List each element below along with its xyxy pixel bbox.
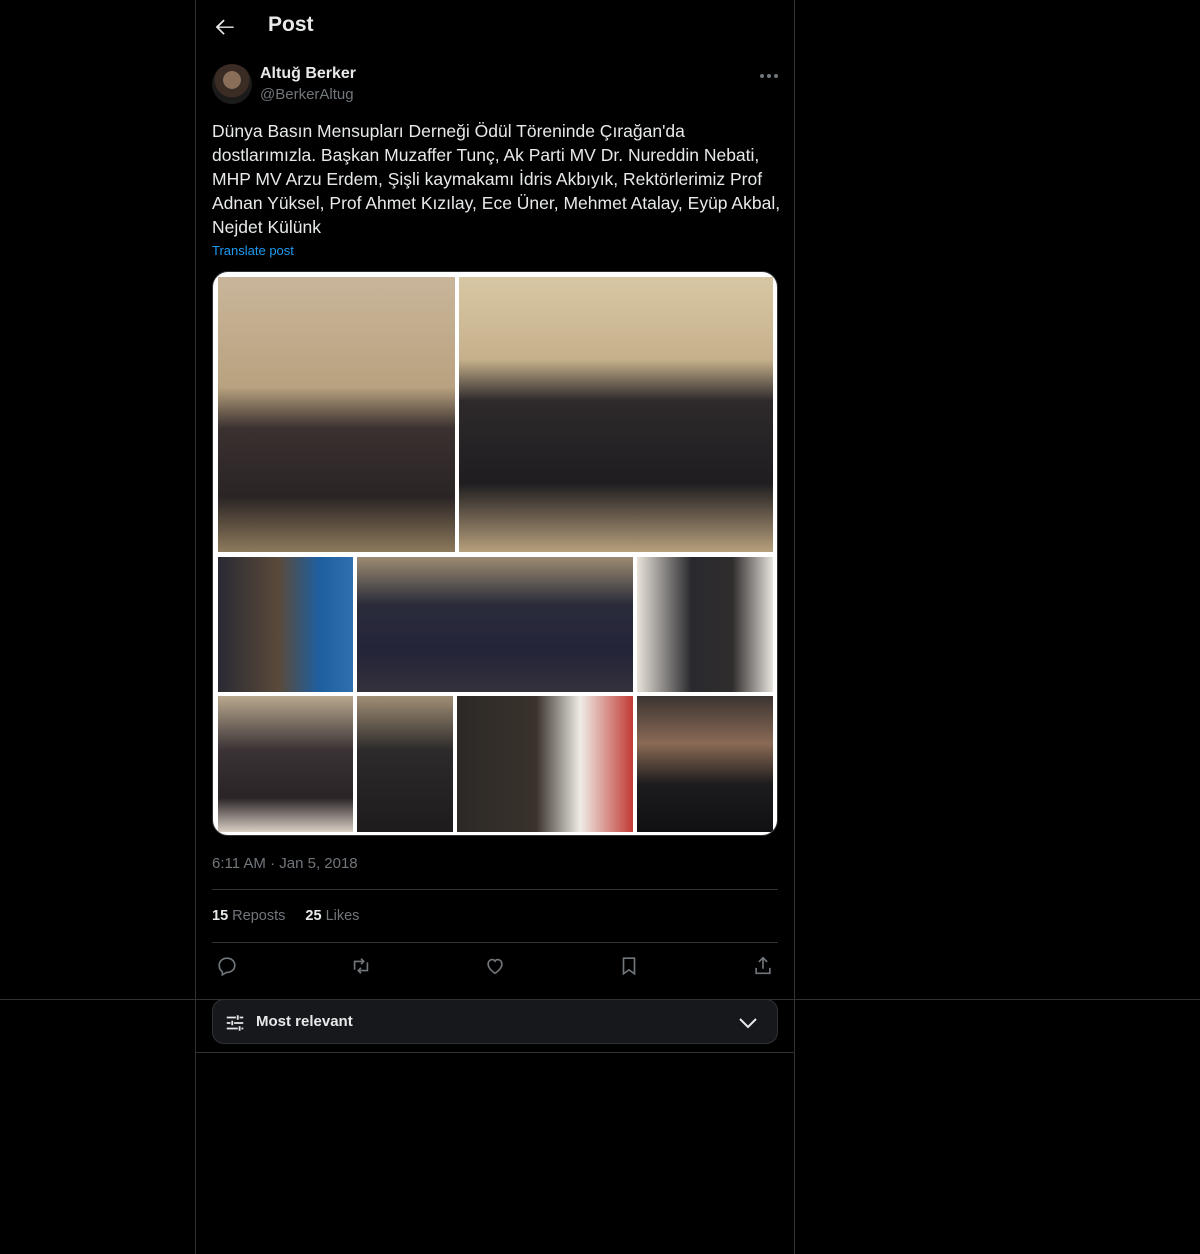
- post-timestamp[interactable]: 6:11 AM · Jan 5, 2018: [212, 855, 358, 872]
- post-column: Post Altuğ Berker @BerkerAltug Dünya Bas…: [195, 0, 795, 1254]
- divider: [212, 889, 778, 890]
- photo-pair: [357, 696, 453, 832]
- divider: [196, 1052, 794, 1053]
- sort-label: Most relevant: [256, 1013, 353, 1030]
- translate-link[interactable]: Translate post: [212, 243, 294, 258]
- back-arrow-icon[interactable]: [212, 14, 238, 40]
- photo-closeup: [637, 696, 773, 832]
- divider: [212, 942, 778, 943]
- engagement-stats: 15 Reposts 25 Likes: [212, 908, 375, 924]
- share-icon[interactable]: [752, 955, 774, 977]
- sliders-icon: [224, 1012, 246, 1034]
- reposts-stat[interactable]: 15 Reposts: [212, 908, 285, 924]
- post-photo-collage[interactable]: [212, 271, 778, 836]
- photo-group-2: [459, 277, 773, 552]
- post-header: Post: [196, 0, 794, 54]
- sort-replies-dropdown[interactable]: Most relevant: [212, 999, 778, 1044]
- likes-stat[interactable]: 25 Likes: [305, 908, 359, 924]
- reply-icon[interactable]: [216, 955, 238, 977]
- bookmark-icon[interactable]: [618, 955, 640, 977]
- photo-group-3: [357, 557, 633, 692]
- photo-award: [457, 696, 633, 832]
- photo-table-group: [218, 696, 353, 832]
- avatar[interactable]: [212, 64, 252, 104]
- author-name[interactable]: Altuğ Berker: [260, 65, 356, 83]
- divider: [0, 999, 1200, 1000]
- photo-two-men: [637, 557, 773, 692]
- reposts-count: 15: [212, 908, 229, 924]
- chevron-down-icon: [737, 1013, 759, 1033]
- page-title: Post: [268, 13, 314, 36]
- more-icon[interactable]: [756, 66, 782, 86]
- photo-group-1: [218, 277, 455, 552]
- likes-label: Likes: [325, 908, 360, 924]
- photo-handshake: [218, 557, 353, 692]
- repost-icon[interactable]: [350, 955, 372, 977]
- author-handle[interactable]: @BerkerAltug: [260, 86, 354, 103]
- reposts-label: Reposts: [232, 908, 286, 924]
- action-bar: [212, 955, 778, 979]
- post-text: Dünya Basın Mensupları Derneği Ödül Töre…: [212, 121, 781, 237]
- likes-count: 25: [305, 908, 322, 924]
- heart-icon[interactable]: [484, 955, 506, 977]
